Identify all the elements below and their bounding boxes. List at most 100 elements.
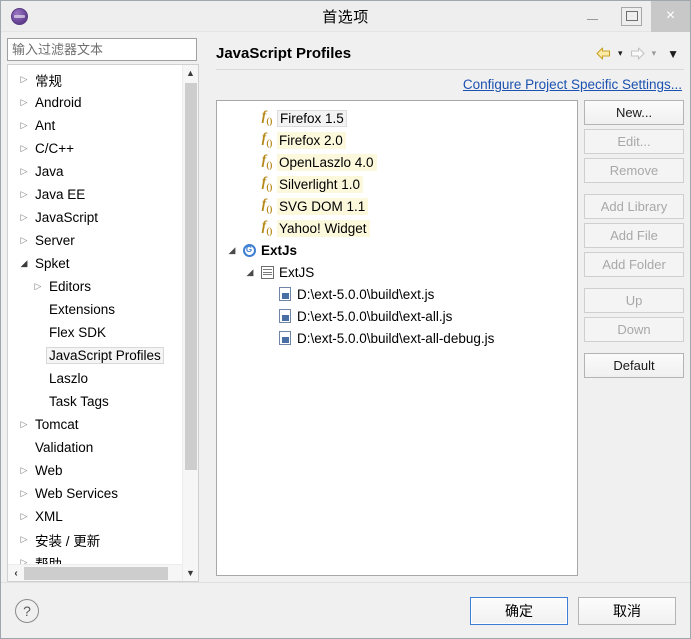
- chevron-right-icon[interactable]: ▷: [16, 511, 32, 522]
- chevron-right-icon[interactable]: ▷: [16, 488, 32, 499]
- sidebar-item-[interactable]: ▷ 常规: [8, 68, 198, 91]
- profile-list-item[interactable]: D:\ext-5.0.0\build\ext.js: [217, 283, 577, 305]
- sidebar-item-label: 安装 / 更新: [35, 533, 101, 549]
- sidebar-item-android[interactable]: ▷ Android: [8, 91, 198, 114]
- page-header: JavaScript Profiles ▾ ▾ ▼: [216, 38, 684, 70]
- edit-button[interactable]: Edit...: [584, 129, 684, 154]
- filter-input[interactable]: [7, 38, 197, 61]
- sidebar-item-ant[interactable]: ▷ Ant: [8, 114, 198, 137]
- view-menu-icon[interactable]: ▼: [662, 47, 684, 61]
- chevron-right-icon[interactable]: ▷: [16, 465, 32, 476]
- sidebar-item-label: Laszlo: [49, 371, 89, 386]
- footer-buttons: 确定 取消: [470, 596, 676, 625]
- chevron-right-icon[interactable]: ▷: [16, 189, 32, 200]
- scroll-up-icon[interactable]: ▲: [183, 65, 199, 81]
- function-icon: f(): [261, 131, 273, 148]
- scroll-down-icon[interactable]: ▼: [183, 565, 199, 581]
- sidebar-item-editors[interactable]: ▷ Editors: [8, 275, 198, 298]
- sidebar-item-label: 帮助: [35, 556, 62, 565]
- profile-list-item[interactable]: ◢ ExtJS: [217, 261, 577, 283]
- hscroll-track[interactable]: [24, 565, 182, 582]
- preferences-tree[interactable]: ▷ 常规 ▷ Android ▷ Ant ▷ C/C++ ▷ Java ▷ Java EE ▷ JavaS…: [8, 65, 198, 564]
- up-button[interactable]: Up: [584, 288, 684, 313]
- forward-dropdown-icon[interactable]: ▾: [648, 48, 661, 59]
- maximize-button[interactable]: [612, 1, 651, 32]
- sidebar-item-label: Ant: [35, 118, 56, 133]
- chevron-right-icon[interactable]: ▷: [16, 166, 32, 177]
- chevron-right-icon[interactable]: ▷: [16, 534, 32, 545]
- back-dropdown-icon[interactable]: ▾: [614, 48, 627, 59]
- vscroll-track[interactable]: [183, 81, 199, 565]
- chevron-down-icon[interactable]: ◢: [225, 245, 239, 256]
- profile-item-label: D:\ext-5.0.0\build\ext-all.js: [297, 308, 453, 324]
- sidebar-item-c-c[interactable]: ▷ C/C++: [8, 137, 198, 160]
- help-icon[interactable]: ?: [15, 598, 39, 623]
- profile-item-label: OpenLaszlo 4.0: [277, 153, 377, 171]
- chevron-right-icon[interactable]: ▷: [30, 281, 46, 292]
- close-button[interactable]: ×: [651, 0, 690, 32]
- sidebar-item-java[interactable]: ▷ Java: [8, 160, 198, 183]
- new-button[interactable]: New...: [584, 100, 684, 125]
- sidebar-item-flex-sdk[interactable]: Flex SDK: [8, 321, 198, 344]
- profile-list-item[interactable]: ◢ G ExtJs: [217, 239, 577, 261]
- chevron-right-icon[interactable]: ▷: [16, 120, 32, 131]
- default-button[interactable]: Default: [584, 353, 684, 378]
- minimize-button[interactable]: [573, 1, 612, 32]
- back-arrow-icon[interactable]: [595, 44, 612, 64]
- cancel-button[interactable]: 取消: [578, 596, 676, 625]
- sidebar-item-web[interactable]: ▷ Web: [8, 459, 198, 482]
- sidebar-vertical-scrollbar[interactable]: ▲ ▼: [182, 65, 198, 581]
- profile-list-item[interactable]: f() Yahoo! Widget: [217, 217, 577, 239]
- profile-list-item[interactable]: f() SVG DOM 1.1: [217, 195, 577, 217]
- sidebar-item-laszlo[interactable]: Laszlo: [8, 367, 198, 390]
- sidebar-item-server[interactable]: ▷ Server: [8, 229, 198, 252]
- profile-list-item[interactable]: D:\ext-5.0.0\build\ext-all-debug.js: [217, 327, 577, 349]
- sidebar-item-label: Flex SDK: [49, 325, 107, 340]
- function-icon: f(): [261, 153, 273, 170]
- sidebar-item-web-services[interactable]: ▷ Web Services: [8, 482, 198, 505]
- sidebar-item-label: Task Tags: [49, 394, 109, 409]
- hscroll-thumb[interactable]: [24, 566, 168, 580]
- scroll-left-icon[interactable]: ‹: [8, 565, 24, 581]
- chevron-right-icon[interactable]: ▷: [16, 212, 32, 223]
- preferences-page: JavaScript Profiles ▾ ▾ ▼ Configure Proj…: [212, 38, 684, 582]
- chevron-right-icon[interactable]: ▷: [16, 74, 32, 85]
- sidebar-item-java-ee[interactable]: ▷ Java EE: [8, 183, 198, 206]
- configure-project-settings-link[interactable]: Configure Project Specific Settings...: [463, 77, 682, 92]
- chevron-right-icon[interactable]: ▷: [16, 419, 32, 430]
- sidebar-item-task-tags[interactable]: Task Tags: [8, 390, 198, 413]
- profiles-list[interactable]: f() Firefox 1.5 f() Firefox 2.0 f() OpenLaszl…: [216, 100, 578, 576]
- sidebar-item-spket[interactable]: ◢ Spket: [8, 252, 198, 275]
- sidebar-item-xml[interactable]: ▷ XML: [8, 505, 198, 528]
- profile-list-item[interactable]: f() OpenLaszlo 4.0: [217, 151, 577, 173]
- sidebar-item-[interactable]: ▷ 帮助: [8, 551, 198, 565]
- add-library-button[interactable]: Add Library: [584, 194, 684, 219]
- chevron-right-icon[interactable]: ▷: [16, 143, 32, 154]
- profile-list-item[interactable]: f() Firefox 2.0: [217, 129, 577, 151]
- profile-list-item[interactable]: D:\ext-5.0.0\build\ext-all.js: [217, 305, 577, 327]
- sidebar-item-label: Server: [35, 233, 75, 248]
- ok-button[interactable]: 确定: [470, 596, 568, 625]
- profile-list-item[interactable]: f() Firefox 1.5: [217, 107, 577, 129]
- down-button[interactable]: Down: [584, 317, 684, 342]
- sidebar-item-[interactable]: ▷ 安装 / 更新: [8, 528, 198, 551]
- sidebar-item-extensions[interactable]: Extensions: [8, 298, 198, 321]
- sidebar-item-validation[interactable]: Validation: [8, 436, 198, 459]
- chevron-right-icon[interactable]: ▷: [16, 557, 32, 564]
- profile-item-label: Silverlight 1.0: [277, 175, 364, 193]
- sidebar-item-javascript-profiles[interactable]: JavaScript Profiles: [8, 344, 198, 367]
- sidebar-item-tomcat[interactable]: ▷ Tomcat: [8, 413, 198, 436]
- eclipse-icon: [6, 3, 32, 29]
- profile-item-label: Yahoo! Widget: [277, 219, 370, 237]
- chevron-right-icon[interactable]: ▷: [16, 235, 32, 246]
- chevron-down-icon[interactable]: ◢: [16, 258, 32, 269]
- sidebar-horizontal-scrollbar[interactable]: ‹ ›: [8, 564, 198, 581]
- add-folder-button[interactable]: Add Folder: [584, 252, 684, 277]
- profile-list-item[interactable]: f() Silverlight 1.0: [217, 173, 577, 195]
- sidebar-item-javascript[interactable]: ▷ JavaScript: [8, 206, 198, 229]
- chevron-down-icon[interactable]: ◢: [243, 267, 257, 278]
- add-file-button[interactable]: Add File: [584, 223, 684, 248]
- vscroll-thumb[interactable]: [184, 83, 197, 471]
- remove-button[interactable]: Remove: [584, 158, 684, 183]
- chevron-right-icon[interactable]: ▷: [16, 97, 32, 108]
